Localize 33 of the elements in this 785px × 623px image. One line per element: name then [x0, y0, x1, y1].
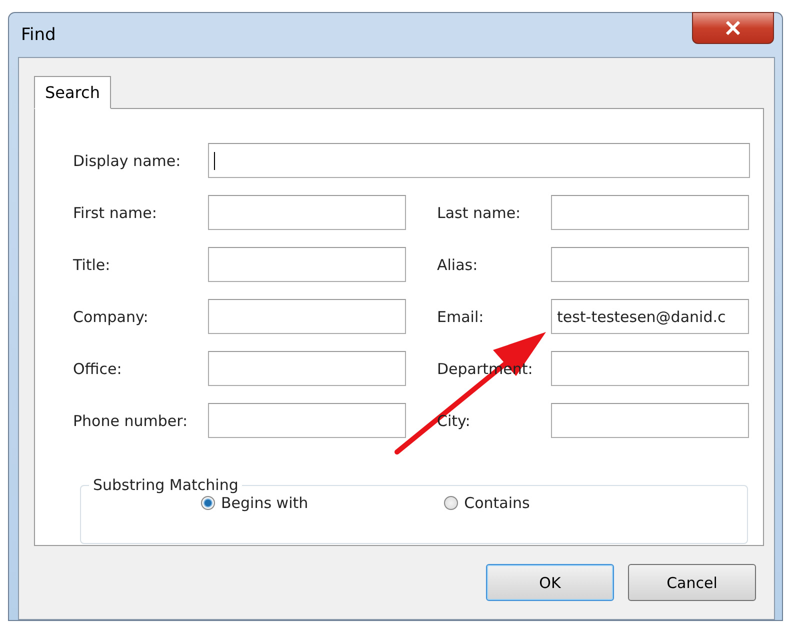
- tab[interactable]: Search: [34, 76, 111, 109]
- field-label: Last name:: [437, 204, 521, 222]
- field-label: Company:: [73, 308, 148, 326]
- input-field[interactable]: [551, 195, 749, 230]
- field-label: Alias:: [437, 256, 478, 274]
- text-cursor: [214, 152, 215, 170]
- input-field[interactable]: [551, 403, 749, 438]
- radio-button[interactable]: [444, 496, 458, 510]
- field-label: Display name:: [73, 152, 181, 170]
- input-field[interactable]: [551, 247, 749, 282]
- radio-button[interactable]: [201, 496, 215, 510]
- field-label: Office:: [73, 360, 122, 378]
- field-label: Email:: [437, 308, 484, 326]
- input-field[interactable]: [208, 143, 750, 178]
- close-icon: [725, 21, 741, 35]
- field-label: Title:: [73, 256, 110, 274]
- input-field[interactable]: test-testesen@danid.c: [551, 299, 749, 334]
- radio-label: Begins with: [221, 494, 308, 512]
- ok-button[interactable]: OK: [486, 564, 614, 601]
- input-field[interactable]: [208, 195, 406, 230]
- group-title: Substring Matching: [92, 476, 240, 494]
- field-label: City:: [437, 412, 470, 430]
- input-field[interactable]: [208, 351, 406, 386]
- input-field[interactable]: [208, 247, 406, 282]
- radio-label: Contains: [464, 494, 530, 512]
- input-field[interactable]: [208, 299, 406, 334]
- window-title: Find: [21, 25, 56, 45]
- field-label: Phone number:: [73, 412, 188, 430]
- input-field[interactable]: [551, 351, 749, 386]
- field-label: First name:: [73, 204, 157, 222]
- close-button[interactable]: [692, 12, 774, 44]
- input-field[interactable]: [208, 403, 406, 438]
- cancel-button[interactable]: Cancel: [628, 564, 756, 601]
